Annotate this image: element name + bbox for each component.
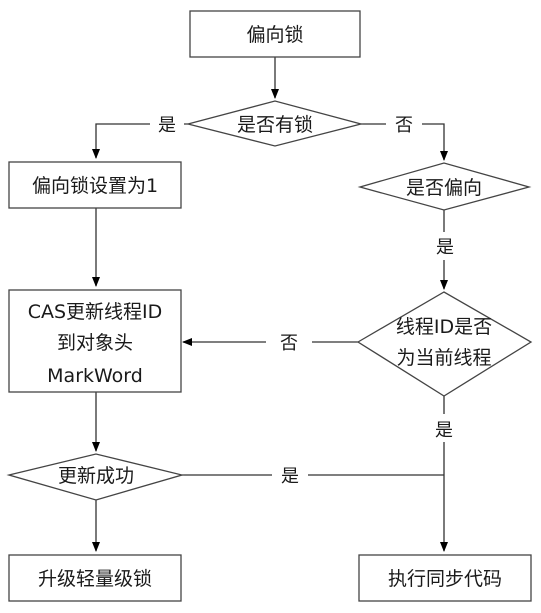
edge-label-has-lock-yes: 是 <box>158 115 176 136</box>
edge-label-is-biased-yes: 是 <box>436 237 454 258</box>
label-cas-line-3: MarkWord <box>47 365 143 387</box>
label-thread-line-2: 为当前线程 <box>396 347 491 369</box>
edge-label-thread-current-yes: 是 <box>435 420 453 441</box>
edge-label-has-lock-no: 否 <box>395 115 413 136</box>
label-execute-sync: 执行同步代码 <box>388 568 502 590</box>
label-update-success: 更新成功 <box>58 465 134 487</box>
label-has-lock: 是否有锁 <box>237 114 313 136</box>
edge-label-update-success-yes: 是 <box>281 466 299 487</box>
label-cas-line-1: CAS更新线程ID <box>28 301 163 323</box>
label-thread-line-1: 线程ID是否 <box>396 316 492 338</box>
label-is-biased: 是否偏向 <box>406 177 482 199</box>
flowchart-canvas: 偏向锁 是否有锁 偏向锁设置为1 是否偏向 CAS更新线程ID 到对象头 Mar… <box>6 10 533 602</box>
label-upgrade-lightweight: 升级轻量级锁 <box>38 568 152 590</box>
label-backgrounds <box>150 112 460 488</box>
label-set-biased-flag: 偏向锁设置为1 <box>32 175 158 197</box>
edge-labels: 是 否 是 否 是 是 <box>158 115 454 487</box>
label-biased-lock: 偏向锁 <box>246 24 303 46</box>
edge-label-thread-current-no: 否 <box>280 333 298 354</box>
node-thread-is-current <box>356 291 533 397</box>
flowchart: 偏向锁 是否有锁 偏向锁设置为1 是否偏向 CAS更新线程ID 到对象头 Mar… <box>0 0 541 613</box>
label-cas-line-2: 到对象头 <box>57 332 133 354</box>
